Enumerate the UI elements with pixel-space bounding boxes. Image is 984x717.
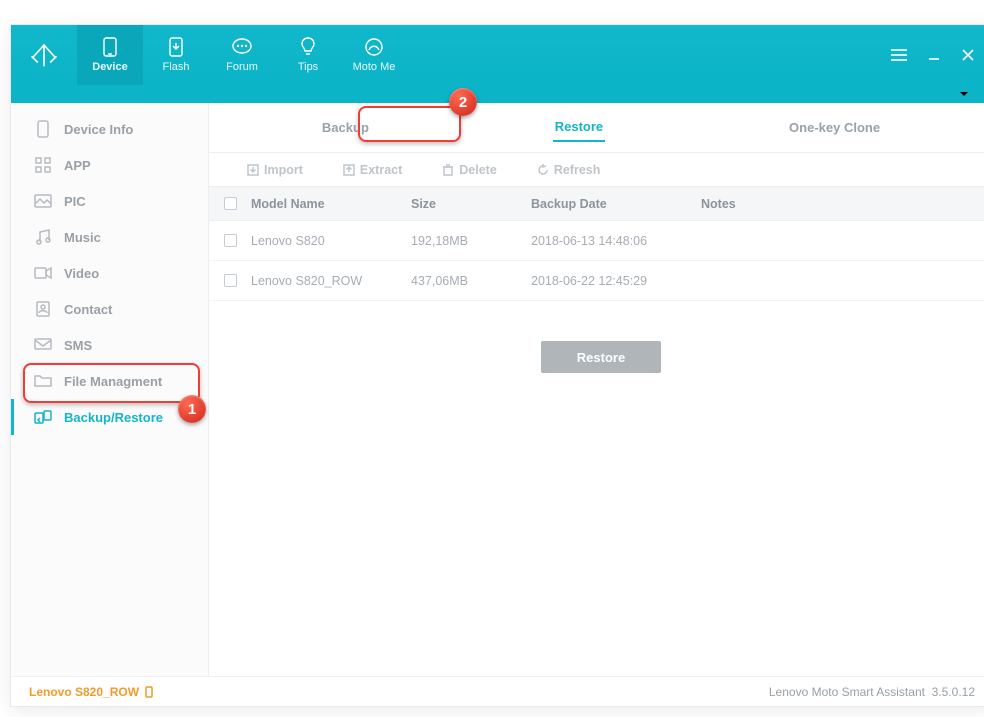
music-icon: [34, 229, 52, 245]
sidebar-item-music[interactable]: Music: [11, 219, 208, 255]
nav-label: Moto Me: [353, 61, 396, 73]
cell-size: 437,06MB: [411, 274, 531, 288]
cell-model: Lenovo S820_ROW: [251, 274, 411, 288]
sidebar-item-label: PIC: [64, 194, 86, 209]
motome-icon: [364, 37, 384, 57]
cell-model: Lenovo S820: [251, 234, 411, 248]
sidebar-item-contact[interactable]: Contact: [11, 291, 208, 327]
app-window: Device Flash Forum Tips Moto Me: [10, 24, 984, 707]
table-header: Model Name Size Backup Date Notes: [209, 187, 984, 221]
content-toolbar: Import Extract Delete Refresh: [209, 153, 984, 187]
content-tabs: Backup Restore One-key Clone: [209, 103, 984, 153]
sms-icon: [34, 338, 52, 352]
flash-icon: [169, 37, 183, 57]
col-notes: Notes: [701, 197, 984, 211]
sidebar-item-backup-restore[interactable]: Backup/Restore: [11, 399, 208, 435]
sidebar-item-label: Contact: [64, 302, 112, 317]
col-model: Model Name: [251, 197, 411, 211]
import-button[interactable]: Import: [247, 163, 303, 177]
tab-restore[interactable]: Restore: [553, 113, 605, 142]
sidebar-item-sms[interactable]: SMS: [11, 327, 208, 363]
select-all-checkbox[interactable]: [224, 197, 237, 210]
refresh-button[interactable]: Refresh: [537, 163, 601, 177]
grid-icon: [34, 157, 52, 173]
sidebar-item-label: SMS: [64, 338, 92, 353]
nav-label: Flash: [163, 61, 190, 73]
top-nav: Device Flash Forum Tips Moto Me: [77, 25, 407, 85]
nav-tips[interactable]: Tips: [275, 25, 341, 85]
nav-device[interactable]: Device: [77, 25, 143, 85]
nav-label: Tips: [298, 61, 318, 73]
sidebar-item-label: Device Info: [64, 122, 133, 137]
folder-icon: [34, 374, 52, 388]
row-checkbox[interactable]: [224, 234, 237, 247]
bulb-icon: [300, 37, 316, 57]
sidebar-item-video[interactable]: Video: [11, 255, 208, 291]
download-row: [11, 85, 984, 103]
nav-motome[interactable]: Moto Me: [341, 25, 407, 85]
close-button[interactable]: [961, 48, 975, 62]
sidebar-item-label: APP: [64, 158, 91, 173]
chat-icon: [231, 37, 253, 57]
sidebar-item-label: File Managment: [64, 374, 162, 389]
tab-backup[interactable]: Backup: [320, 114, 371, 141]
sidebar: Device Info APP PIC Music Video Contact: [11, 103, 209, 676]
tab-onekey-clone[interactable]: One-key Clone: [787, 114, 882, 141]
row-checkbox[interactable]: [224, 274, 237, 287]
phone-icon: [34, 120, 52, 138]
nav-label: Forum: [226, 61, 258, 73]
table-row[interactable]: Lenovo S820_ROW 437,06MB 2018-06-22 12:4…: [209, 261, 984, 301]
extract-button[interactable]: Extract: [343, 163, 402, 177]
nav-forum[interactable]: Forum: [209, 25, 275, 85]
nav-flash[interactable]: Flash: [143, 25, 209, 85]
connected-device[interactable]: Lenovo S820_ROW: [29, 685, 153, 699]
sidebar-item-label: Video: [64, 266, 99, 281]
status-bar: Lenovo S820_ROW Lenovo Moto Smart Assist…: [11, 676, 984, 706]
col-date: Backup Date: [531, 197, 701, 211]
delete-button[interactable]: Delete: [442, 163, 497, 177]
contact-icon: [34, 301, 52, 317]
sidebar-item-app[interactable]: APP: [11, 147, 208, 183]
sidebar-item-label: Music: [64, 230, 101, 245]
table-row[interactable]: Lenovo S820 192,18MB 2018-06-13 14:48:06: [209, 221, 984, 261]
content-area: Backup Restore One-key Clone Import Extr…: [209, 103, 984, 676]
topbar: Device Flash Forum Tips Moto Me: [11, 25, 984, 85]
restore-button[interactable]: Restore: [541, 341, 661, 373]
video-icon: [34, 267, 52, 279]
menu-button[interactable]: [891, 49, 907, 61]
cell-date: 2018-06-22 12:45:29: [531, 274, 701, 288]
image-icon: [34, 194, 52, 208]
window-controls: [891, 25, 984, 85]
cell-size: 192,18MB: [411, 234, 531, 248]
app-version: Lenovo Moto Smart Assistant 3.5.0.12: [769, 685, 975, 699]
download-icon[interactable]: [957, 86, 971, 103]
phone-icon: [103, 37, 117, 57]
nav-label: Device: [92, 61, 127, 73]
sidebar-item-pic[interactable]: PIC: [11, 183, 208, 219]
minimize-button[interactable]: [927, 48, 941, 62]
cell-date: 2018-06-13 14:48:06: [531, 234, 701, 248]
backup-icon: [34, 410, 52, 424]
sidebar-item-device-info[interactable]: Device Info: [11, 111, 208, 147]
sidebar-item-label: Backup/Restore: [64, 410, 163, 425]
col-size: Size: [411, 197, 531, 211]
app-logo: [11, 25, 77, 85]
sidebar-item-files[interactable]: File Managment: [11, 363, 208, 399]
